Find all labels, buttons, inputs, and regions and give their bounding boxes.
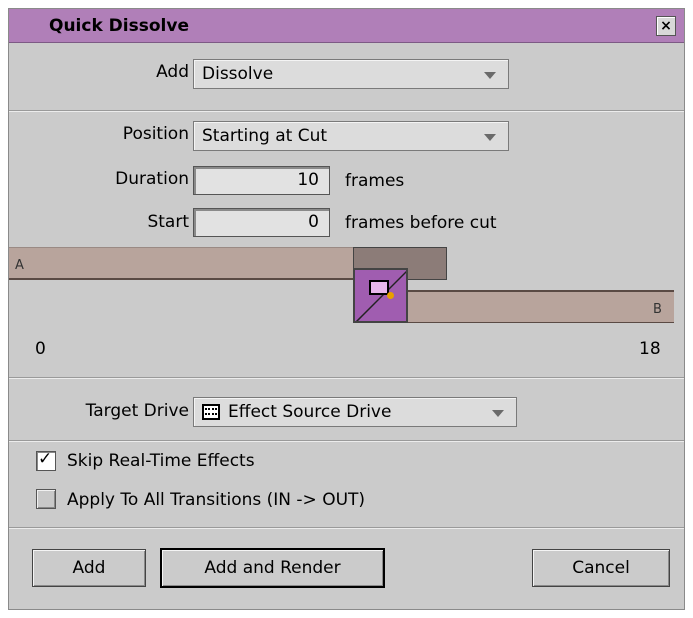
- duration-unit: frames: [345, 171, 405, 191]
- start-label: Start: [147, 212, 189, 232]
- chevron-down-icon: [484, 134, 496, 141]
- start-field[interactable]: 0: [193, 208, 330, 237]
- target-drive-label: Target Drive: [85, 401, 189, 421]
- divider: [9, 440, 684, 442]
- apply-all-label: Apply To All Transitions (IN -> OUT): [67, 490, 366, 510]
- add-and-render-button[interactable]: Add and Render: [160, 548, 385, 588]
- quick-dissolve-dialog: Quick Dissolve × Add Dissolve Position S…: [8, 8, 685, 610]
- effect-thumbnail-icon: [369, 280, 389, 295]
- add-button[interactable]: Add: [32, 549, 146, 587]
- position-label: Position: [122, 124, 189, 144]
- timeline-min-tick: 0: [35, 339, 46, 359]
- target-drive-dropdown[interactable]: Effect Source Drive: [193, 397, 517, 427]
- divider: [9, 110, 684, 112]
- timeline-max-tick: 18: [639, 339, 661, 359]
- apply-all-checkbox[interactable]: [36, 489, 56, 509]
- close-icon: ×: [660, 18, 672, 34]
- add-type-value: Dissolve: [202, 64, 274, 84]
- add-label: Add: [156, 62, 189, 82]
- add-type-dropdown[interactable]: Dissolve: [193, 59, 509, 89]
- start-unit: frames before cut: [345, 213, 497, 233]
- drive-icon: [202, 404, 220, 420]
- skip-realtime-label: Skip Real-Time Effects: [67, 451, 255, 471]
- divider: [9, 377, 684, 379]
- close-button[interactable]: ×: [656, 16, 676, 36]
- transition-timeline: A B: [9, 246, 674, 326]
- title-bar[interactable]: Quick Dissolve ×: [9, 9, 684, 43]
- chevron-down-icon: [492, 410, 504, 417]
- target-drive-value: Effect Source Drive: [228, 402, 392, 422]
- skip-realtime-checkbox[interactable]: ✓: [36, 449, 56, 471]
- position-value: Starting at Cut: [202, 126, 328, 146]
- effect-marker-icon: [387, 292, 394, 299]
- duration-field[interactable]: 10: [193, 166, 330, 195]
- chevron-down-icon: [484, 72, 496, 79]
- clip-a-label: A: [15, 258, 24, 273]
- clip-b-label: B: [653, 302, 662, 317]
- duration-label: Duration: [115, 169, 189, 189]
- checkmark-icon: ✓: [38, 449, 53, 469]
- dialog-title: Quick Dissolve: [49, 16, 189, 36]
- dissolve-effect-icon[interactable]: [353, 268, 408, 323]
- diagonal-line: [355, 270, 406, 321]
- position-dropdown[interactable]: Starting at Cut: [193, 121, 509, 151]
- cancel-button[interactable]: Cancel: [532, 549, 670, 587]
- divider: [9, 527, 684, 529]
